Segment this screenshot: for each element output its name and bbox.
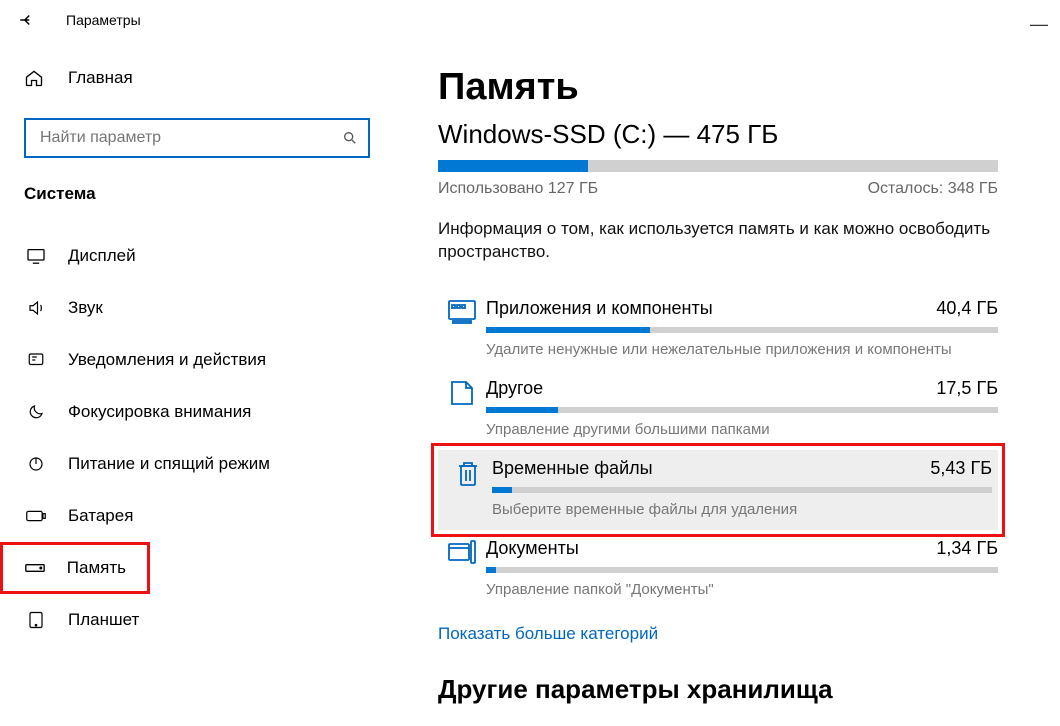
main-content: Память Windows-SSD (C:) — 475 ГБ Использ…: [390, 40, 1060, 726]
category-other[interactable]: Другое 17,5 ГБ Управление другими больши…: [438, 370, 998, 450]
category-title: Документы: [486, 538, 579, 559]
sidebar-item-storage[interactable]: Память: [0, 542, 150, 594]
sidebar-item-label: Память: [67, 558, 126, 578]
category-bar: [492, 487, 992, 493]
storage-blurb: Информация о том, как используется памят…: [438, 218, 998, 264]
sidebar-item-focus[interactable]: Фокусировка внимания: [0, 386, 390, 438]
search-input[interactable]: [40, 129, 342, 147]
sidebar-item-label: Звук: [68, 298, 103, 318]
sidebar-item-sound[interactable]: Звук: [0, 282, 390, 334]
category-temp-files[interactable]: Временные файлы 5,43 ГБ Выберите временн…: [438, 450, 998, 530]
sidebar: Главная Система Дисплей Звук: [0, 40, 390, 726]
page-title: Память: [438, 66, 1004, 109]
category-desc: Управление папкой "Документы": [486, 581, 998, 598]
sidebar-item-display[interactable]: Дисплей: [0, 230, 390, 282]
storage-icon: [24, 563, 47, 573]
storage-bar: [438, 160, 998, 172]
category-desc: Удалите ненужные или нежелательные прило…: [486, 341, 998, 358]
category-documents[interactable]: Документы 1,34 ГБ Управление папкой "Док…: [438, 530, 998, 610]
sidebar-item-label: Планшет: [68, 610, 139, 630]
tablet-icon: [24, 611, 48, 629]
next-section-title: Другие параметры хранилища: [438, 674, 1004, 705]
storage-bar-used: [438, 160, 588, 172]
sidebar-category: Система: [0, 180, 390, 212]
category-size: 1,34 ГБ: [936, 538, 998, 559]
category-bar: [486, 407, 998, 413]
drive-name: Windows-SSD (C:) — 475 ГБ: [438, 119, 1004, 150]
free-label: Осталось: 348 ГБ: [868, 180, 998, 198]
sidebar-item-label: Фокусировка внимания: [68, 402, 251, 422]
sidebar-home-label: Главная: [68, 68, 133, 88]
category-title: Другое: [486, 378, 543, 399]
category-size: 40,4 ГБ: [936, 298, 998, 319]
search-box[interactable]: [24, 118, 370, 158]
display-icon: [24, 248, 48, 264]
apps-icon: [438, 298, 486, 358]
show-more-link[interactable]: Показать больше категорий: [438, 624, 1004, 644]
titlebar: Параметры —: [0, 0, 1060, 40]
category-size: 5,43 ГБ: [930, 458, 992, 479]
category-bar: [486, 327, 998, 333]
sidebar-item-tablet[interactable]: Планшет: [0, 594, 390, 646]
sidebar-item-battery[interactable]: Батарея: [0, 490, 390, 542]
category-title: Приложения и компоненты: [486, 298, 713, 319]
window-title: Параметры: [66, 12, 141, 28]
sidebar-item-label: Батарея: [68, 506, 133, 526]
search-icon: [342, 130, 358, 146]
sound-icon: [24, 299, 48, 317]
category-apps[interactable]: Приложения и компоненты 40,4 ГБ Удалите …: [438, 290, 998, 370]
sidebar-item-label: Питание и спящий режим: [68, 454, 270, 474]
minimize-button[interactable]: —: [1030, 14, 1048, 35]
sidebar-item-power[interactable]: Питание и спящий режим: [0, 438, 390, 490]
storage-meta: Использовано 127 ГБ Осталось: 348 ГБ: [438, 180, 998, 198]
category-bar: [486, 567, 998, 573]
category-desc: Управление другими большими папками: [486, 421, 998, 438]
sidebar-item-label: Уведомления и действия: [68, 350, 266, 370]
used-label: Использовано 127 ГБ: [438, 180, 598, 198]
trash-icon: [444, 458, 492, 518]
sidebar-home[interactable]: Главная: [0, 54, 390, 102]
category-size: 17,5 ГБ: [936, 378, 998, 399]
folder-icon: [438, 378, 486, 438]
category-desc: Выберите временные файлы для удаления: [492, 501, 992, 518]
sidebar-item-label: Дисплей: [68, 246, 136, 266]
sidebar-item-notifications[interactable]: Уведомления и действия: [0, 334, 390, 386]
home-icon: [24, 68, 48, 88]
battery-icon: [24, 509, 48, 523]
back-button[interactable]: [12, 11, 42, 29]
power-icon: [24, 455, 48, 473]
moon-icon: [24, 403, 48, 421]
notification-icon: [24, 351, 48, 369]
documents-icon: [438, 538, 486, 598]
category-title: Временные файлы: [492, 458, 653, 479]
